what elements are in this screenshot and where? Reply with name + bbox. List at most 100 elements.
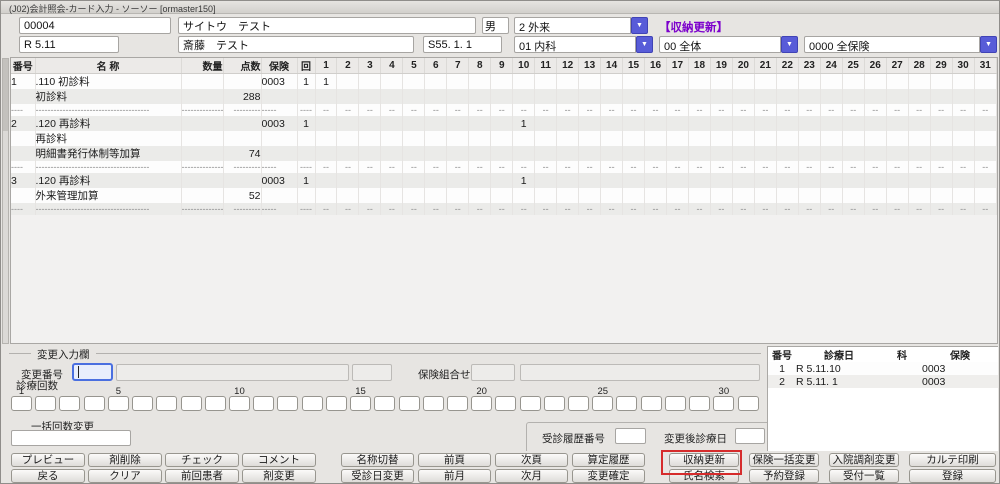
grid-cell[interactable]: [798, 116, 820, 131]
changed-date-input[interactable]: [735, 428, 765, 444]
grid-cell[interactable]: [181, 89, 223, 104]
grid-cell[interactable]: [491, 89, 513, 104]
grid-cell[interactable]: [820, 188, 842, 203]
grid-cell[interactable]: [886, 74, 908, 90]
grid-cell[interactable]: [842, 173, 864, 188]
grid-cell[interactable]: [688, 131, 710, 146]
visit-count-box-day-3[interactable]: [59, 396, 80, 411]
grid-cell[interactable]: [842, 74, 864, 90]
grid-cell[interactable]: [754, 173, 776, 188]
grid-cell[interactable]: 0003: [261, 74, 297, 90]
grid-cell[interactable]: [359, 116, 381, 131]
grid-cell[interactable]: [469, 131, 491, 146]
visit-count-box-day-21[interactable]: [495, 396, 516, 411]
grid-cell[interactable]: [820, 74, 842, 90]
grid-cell[interactable]: [297, 89, 315, 104]
grid-cell[interactable]: [469, 89, 491, 104]
grid-cell[interactable]: 52: [223, 188, 261, 203]
grid-cell[interactable]: [425, 188, 447, 203]
footer-button[interactable]: 名称切替: [341, 453, 414, 467]
footer-button[interactable]: 前頁: [418, 453, 491, 467]
scrollbar-thumb[interactable]: [3, 59, 8, 131]
grid-cell[interactable]: 0003: [261, 116, 297, 131]
grid-cell[interactable]: .120 再診料: [35, 116, 181, 131]
grid-cell[interactable]: [601, 131, 623, 146]
visit-count-box-day-17[interactable]: [399, 396, 420, 411]
grid-cell[interactable]: [491, 131, 513, 146]
grid-cell[interactable]: 1: [315, 74, 337, 90]
grid-cell[interactable]: [359, 173, 381, 188]
grid-cell[interactable]: [820, 89, 842, 104]
grid-cell[interactable]: [645, 188, 667, 203]
grid-cell[interactable]: [223, 131, 261, 146]
grid-cell[interactable]: 0003: [261, 173, 297, 188]
grid-data-row[interactable]: 初診料288: [11, 89, 997, 104]
grid-cell[interactable]: [645, 89, 667, 104]
grid-cell[interactable]: [688, 89, 710, 104]
grid-cell[interactable]: [688, 116, 710, 131]
grid-cell[interactable]: [820, 146, 842, 161]
grid-cell[interactable]: [557, 173, 579, 188]
grid-cell[interactable]: [337, 146, 359, 161]
visit-count-box-day-24[interactable]: [568, 396, 589, 411]
grid-cell[interactable]: [776, 74, 798, 90]
grid-cell[interactable]: 74: [223, 146, 261, 161]
grid-cell[interactable]: [557, 146, 579, 161]
grid-cell[interactable]: [601, 146, 623, 161]
grid-cell[interactable]: [908, 188, 930, 203]
footer-button[interactable]: チェック: [165, 453, 239, 467]
grid-cell[interactable]: 外来管理加算: [35, 188, 181, 203]
grid-cell[interactable]: .120 再診料: [35, 173, 181, 188]
grid-cell[interactable]: [754, 188, 776, 203]
grid-cell[interactable]: [261, 146, 297, 161]
grid-cell[interactable]: [732, 89, 754, 104]
footer-button[interactable]: 予約登録: [749, 469, 819, 483]
grid-cell[interactable]: [403, 131, 425, 146]
grid-cell[interactable]: [623, 74, 645, 90]
visit-count-box-day-6[interactable]: [132, 396, 153, 411]
grid-cell[interactable]: [261, 188, 297, 203]
grid-cell[interactable]: [337, 173, 359, 188]
visit-count-box-day-27[interactable]: [641, 396, 662, 411]
grid-cell[interactable]: [820, 116, 842, 131]
grid-cell[interactable]: [732, 116, 754, 131]
grid-cell[interactable]: 初診料: [35, 89, 181, 104]
grid-cell[interactable]: [930, 89, 952, 104]
grid-cell[interactable]: [908, 116, 930, 131]
chevron-down-icon[interactable]: ▼: [980, 36, 997, 53]
grid-cell[interactable]: [381, 89, 403, 104]
grid-cell[interactable]: [842, 116, 864, 131]
grid-cell[interactable]: [491, 116, 513, 131]
grid-cell[interactable]: [315, 131, 337, 146]
grid-cell[interactable]: [11, 188, 35, 203]
insurance-filter-dropdown[interactable]: 0000 全保険 ▼: [804, 36, 997, 53]
bulk-change-input[interactable]: [11, 430, 131, 446]
grid-cell[interactable]: [930, 131, 952, 146]
grid-cell[interactable]: [798, 146, 820, 161]
footer-button[interactable]: 次頁: [495, 453, 568, 467]
grid-cell[interactable]: [667, 131, 689, 146]
grid-data-row[interactable]: 外来管理加算 52: [11, 188, 997, 203]
grid-cell[interactable]: [381, 131, 403, 146]
grid-cell[interactable]: [469, 173, 491, 188]
footer-button[interactable]: 戻る: [11, 469, 85, 483]
footer-button[interactable]: 剤変更: [242, 469, 316, 483]
grid-cell[interactable]: [557, 74, 579, 90]
grid-cell[interactable]: [710, 131, 732, 146]
grid-cell[interactable]: [223, 116, 261, 131]
visit-history-cell[interactable]: 2: [768, 375, 796, 388]
grid-cell[interactable]: [710, 188, 732, 203]
footer-button[interactable]: プレビュー: [11, 453, 85, 467]
visit-count-box-day-28[interactable]: [665, 396, 686, 411]
grid-cell[interactable]: 1: [297, 116, 315, 131]
grid-cell[interactable]: [491, 173, 513, 188]
grid-cell[interactable]: [754, 146, 776, 161]
grid-cell[interactable]: [732, 74, 754, 90]
grid-cell[interactable]: [315, 116, 337, 131]
grid-cell[interactable]: [864, 89, 886, 104]
grid-cell[interactable]: [601, 188, 623, 203]
grid-cell[interactable]: [688, 146, 710, 161]
grid-cell[interactable]: [842, 89, 864, 104]
visit-count-box-day-16[interactable]: [374, 396, 395, 411]
visit-count-box-day-1[interactable]: [11, 396, 32, 411]
